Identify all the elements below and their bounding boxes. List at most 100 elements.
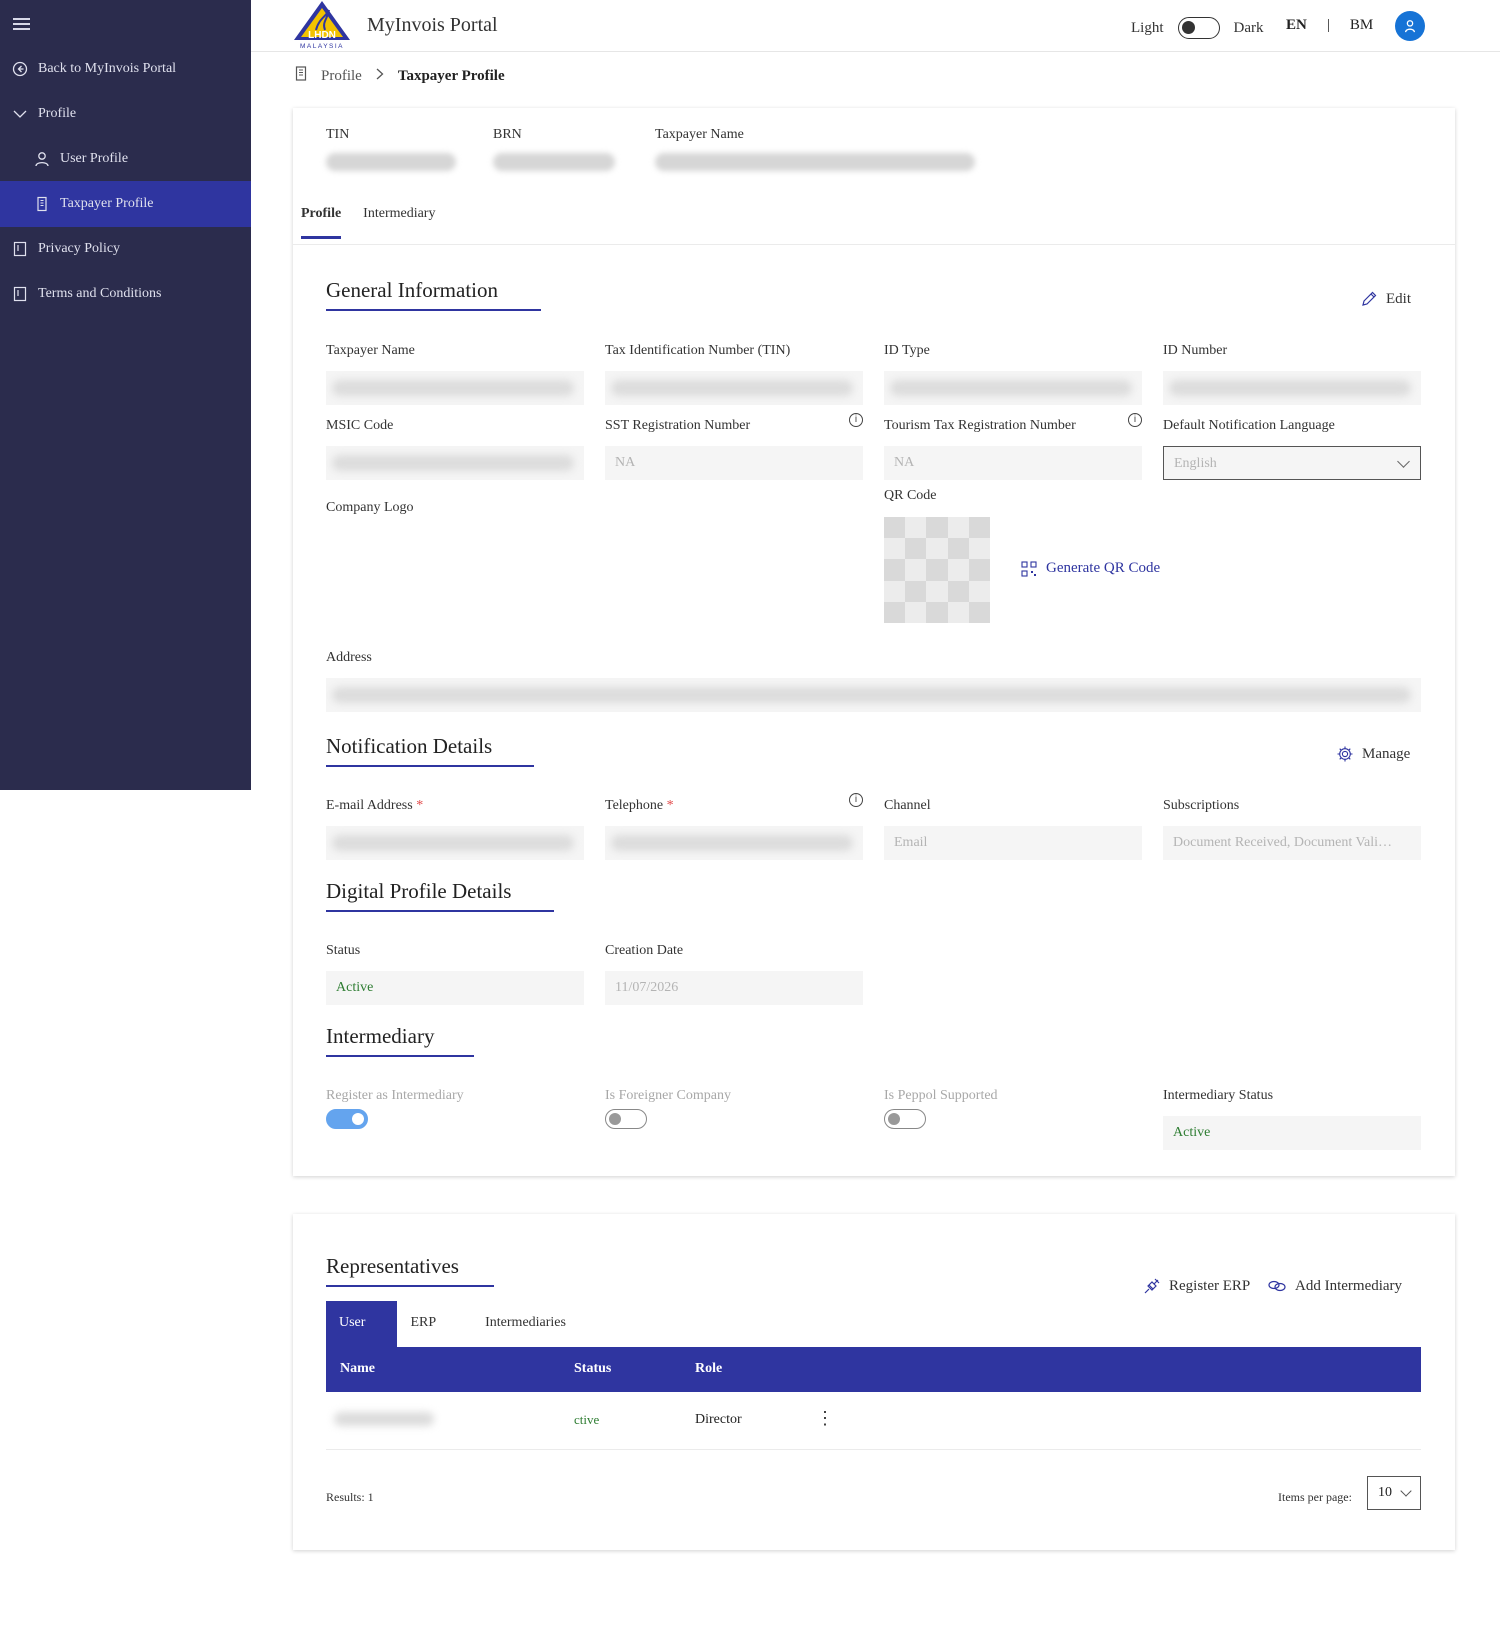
- sidebar-item-profile[interactable]: Profile: [0, 91, 251, 137]
- avatar[interactable]: [1395, 11, 1425, 41]
- foreigner-company-label: Is Foreigner Company: [605, 1088, 731, 1103]
- profile-tabs: Profile Intermediary: [301, 206, 457, 239]
- email-field: E-mail Address *: [326, 798, 584, 860]
- sidebar: Back to MyInvois Portal Profile User Pro…: [0, 0, 251, 790]
- header-name-value: [655, 153, 975, 171]
- column-status: Status: [574, 1361, 612, 1376]
- tourism-tax-field: Tourism Tax Registration Number i NA: [884, 413, 1142, 480]
- foreigner-company-toggle[interactable]: [605, 1109, 647, 1129]
- representative-status: ctive: [574, 1412, 600, 1427]
- sidebar-item-label: User Profile: [60, 151, 129, 166]
- peppol-toggle[interactable]: [884, 1109, 926, 1129]
- qr-code-label: QR Code: [884, 488, 937, 503]
- info-icon[interactable]: i: [849, 413, 863, 427]
- tab-intermediaries[interactable]: Intermediaries: [472, 1301, 579, 1347]
- subscriptions-label: Subscriptions: [1163, 798, 1240, 813]
- qr-code-image: [884, 517, 990, 623]
- foreigner-company-field: Is Foreigner Company: [605, 1088, 863, 1106]
- required-mark: *: [416, 798, 424, 813]
- lang-en[interactable]: EN: [1286, 17, 1307, 34]
- tab-intermediary[interactable]: Intermediary: [363, 206, 435, 239]
- creation-date-value: 11/07/2026: [605, 971, 863, 1005]
- sidebar-item-label: Back to MyInvois Portal: [38, 61, 177, 76]
- theme-toggle[interactable]: [1177, 17, 1220, 39]
- edit-label: Edit: [1386, 290, 1411, 307]
- representative-role: Director: [695, 1412, 742, 1427]
- id-number-field: ID Number: [1163, 343, 1421, 405]
- info-icon[interactable]: i: [849, 793, 863, 807]
- breadcrumb-current: Taxpayer Profile: [397, 67, 505, 84]
- header-brn-label: BRN: [493, 127, 522, 142]
- email-label-text: E-mail Address: [326, 798, 413, 813]
- lhdn-logo[interactable]: LHDN MALAYSIA: [289, 0, 355, 50]
- telephone-value: [605, 826, 863, 860]
- sidebar-item-terms[interactable]: Terms and Conditions: [0, 271, 251, 317]
- register-intermediary-label: Register as Intermediary: [326, 1088, 464, 1103]
- top-bar: LHDN MALAYSIA MyInvois Portal Light Dark…: [251, 0, 1500, 52]
- sidebar-item-back[interactable]: Back to MyInvois Portal: [0, 46, 251, 92]
- status-value: Active: [326, 971, 584, 1005]
- sst-field: SST Registration Number i NA: [605, 413, 863, 480]
- taxpayer-header: TIN BRN Taxpayer Name Profile Intermedia…: [293, 108, 1455, 245]
- gear-icon: [1337, 746, 1353, 762]
- register-intermediary-toggle[interactable]: [326, 1109, 368, 1129]
- notification-language-select[interactable]: English: [1163, 446, 1421, 480]
- company-logo-label: Company Logo: [326, 500, 414, 515]
- header-taxpayer-name: Taxpayer Name: [655, 127, 975, 171]
- manage-button[interactable]: Manage: [1336, 745, 1410, 763]
- msic-code-label: MSIC Code: [326, 418, 394, 433]
- tin-field: Tax Identification Number (TIN): [605, 343, 863, 405]
- tab-profile[interactable]: Profile: [301, 206, 342, 239]
- qr-code-field: QR Code: [884, 488, 1142, 506]
- theme-light-label: Light: [1131, 19, 1164, 36]
- manage-label: Manage: [1362, 745, 1411, 762]
- representatives-title: Representatives: [326, 1254, 494, 1287]
- tourism-tax-value: NA: [884, 446, 1142, 480]
- subscriptions-field: Subscriptions Document Received, Documen…: [1163, 798, 1421, 860]
- register-erp-label: Register ERP: [1169, 1277, 1251, 1294]
- header-tin-label: TIN: [326, 127, 350, 142]
- msic-code-value: [326, 446, 584, 480]
- edit-button[interactable]: Edit: [1360, 290, 1411, 308]
- language-switcher: EN | BM: [1286, 17, 1373, 34]
- building-icon: [295, 66, 307, 86]
- generate-qr-label: Generate QR Code: [1046, 560, 1161, 576]
- generate-qr-button[interactable]: Generate QR Code: [1021, 560, 1160, 577]
- menu-icon[interactable]: [13, 18, 30, 30]
- sidebar-item-label: Privacy Policy: [38, 241, 121, 256]
- breadcrumb: Profile Taxpayer Profile: [295, 66, 505, 86]
- sidebar-item-privacy-policy[interactable]: Privacy Policy: [0, 226, 251, 272]
- telephone-label: Telephone *: [605, 798, 863, 816]
- subscriptions-value: Document Received, Document Vali…: [1163, 826, 1421, 860]
- breadcrumb-parent[interactable]: Profile: [321, 68, 362, 85]
- add-intermediary-button[interactable]: Add Intermediary: [1267, 1277, 1402, 1295]
- msic-code-field: MSIC Code: [326, 418, 584, 480]
- tab-erp[interactable]: ERP: [397, 1301, 472, 1347]
- representative-name: [334, 1412, 434, 1426]
- more-actions-icon[interactable]: ⋮: [816, 1408, 834, 1429]
- sidebar-item-label: Taxpayer Profile: [60, 196, 154, 211]
- add-intermediary-label: Add Intermediary: [1295, 1277, 1403, 1294]
- sidebar-item-label: Terms and Conditions: [38, 286, 162, 301]
- tourism-tax-label: Tourism Tax Registration Number: [884, 418, 1076, 433]
- info-icon[interactable]: i: [1128, 413, 1142, 427]
- email-value: [326, 826, 584, 860]
- column-name: Name: [340, 1361, 375, 1376]
- tin-label: Tax Identification Number (TIN): [605, 343, 791, 358]
- intermediary-status-label: Intermediary Status: [1163, 1088, 1274, 1103]
- tab-user[interactable]: User: [326, 1301, 398, 1347]
- id-type-value: [884, 371, 1142, 405]
- lang-bm[interactable]: BM: [1350, 17, 1373, 34]
- sidebar-item-user-profile[interactable]: User Profile: [0, 136, 251, 182]
- header-tin: TIN: [326, 127, 456, 171]
- sidebar-item-taxpayer-profile[interactable]: Taxpayer Profile: [0, 181, 251, 227]
- register-erp-button[interactable]: Register ERP: [1143, 1277, 1250, 1295]
- creation-date-field: Creation Date 11/07/2026: [605, 943, 863, 1005]
- id-number-value: [1163, 371, 1421, 405]
- address-label: Address: [326, 650, 372, 665]
- logo-text: LHDN: [308, 30, 336, 41]
- representatives-card: Representatives Register ERP Add Interme…: [293, 1214, 1455, 1550]
- items-per-page-select[interactable]: 10: [1367, 1476, 1421, 1510]
- column-role: Role: [695, 1361, 723, 1376]
- header-tin-value: [326, 153, 456, 171]
